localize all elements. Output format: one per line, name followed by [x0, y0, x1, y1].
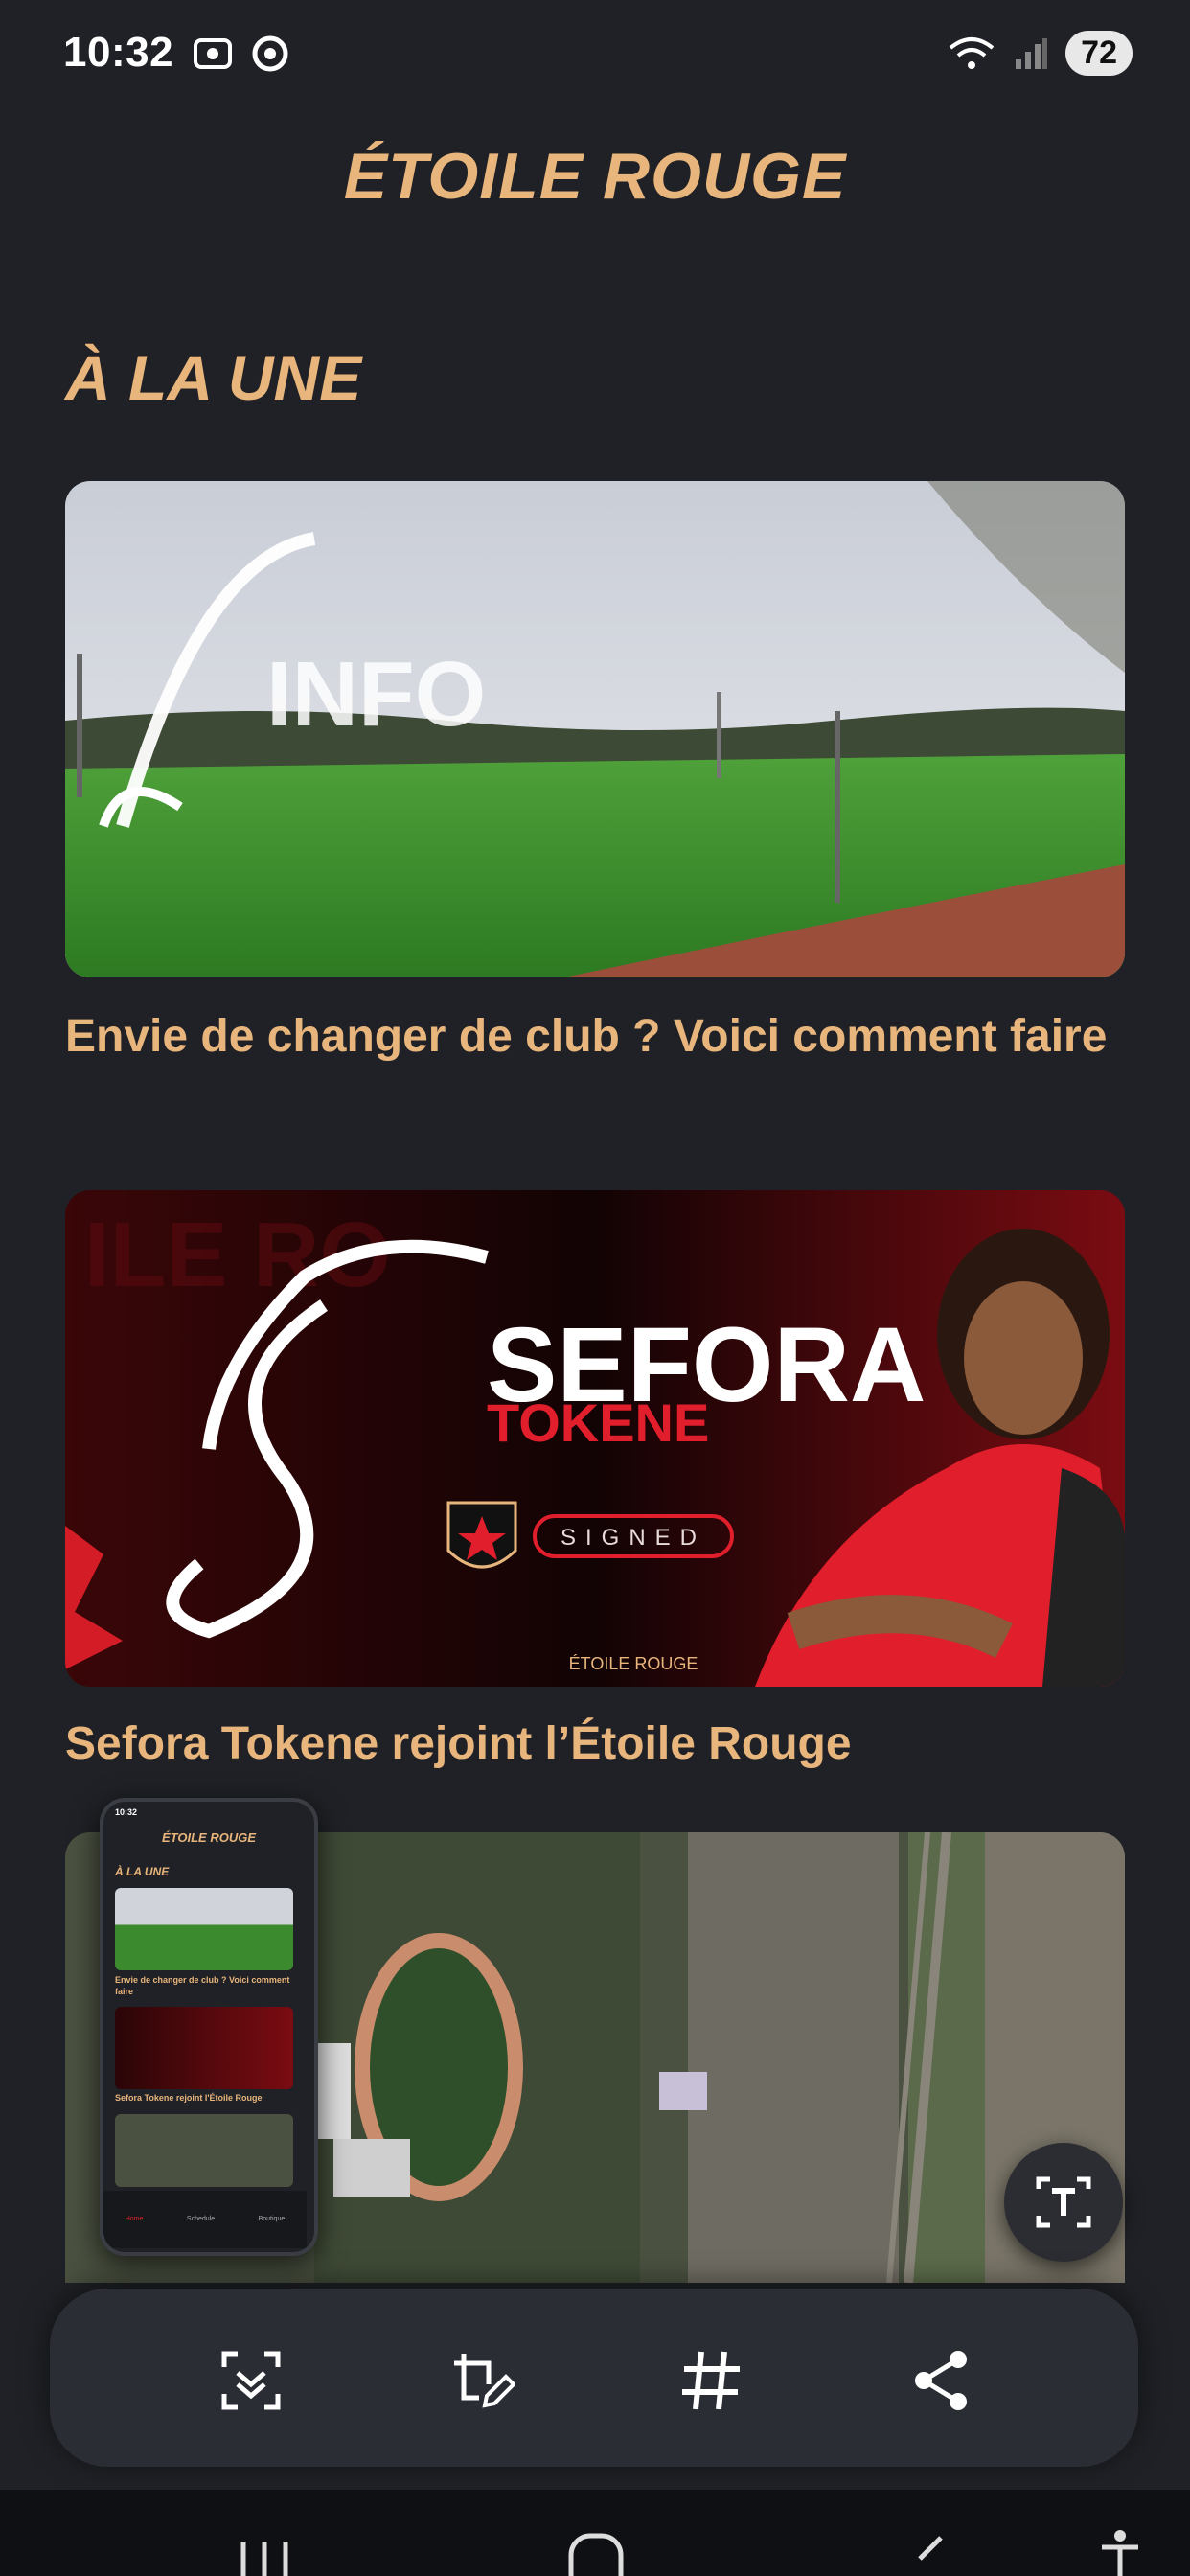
thumb-tab-boutique: Boutique	[258, 2216, 286, 2222]
image-info-text: INFO	[266, 643, 486, 746]
thumb-image-1	[115, 1888, 293, 1970]
screenshot-icon	[194, 38, 232, 69]
article-1-image[interactable]: INFO	[65, 481, 1125, 978]
thumb-article-2: Sefora Tokene rejoint l'Étoile Rouge	[115, 2093, 263, 2103]
thumb-article-1: Envie de changer de club ? Voici comment…	[115, 1975, 290, 1996]
article-2-title[interactable]: Sefora Tokene rejoint l’Étoile Rouge	[65, 1712, 1125, 1777]
thumb-app-title: ÉTOILE ROUGE	[162, 1830, 256, 1845]
crop-edit-icon[interactable]	[446, 2346, 515, 2415]
system-nav-bar	[0, 2490, 1190, 2576]
thumb-tab-home: Home	[125, 2216, 144, 2222]
signed-badge: SIGNED	[561, 1525, 706, 1551]
image-name-sub: TOKENE	[487, 1392, 709, 1453]
section-title: À LA UNE	[65, 342, 362, 413]
field-photo: INFO	[65, 481, 1125, 978]
screenshot-toolbar	[50, 2288, 1138, 2467]
status-left-icons	[192, 34, 289, 73]
back-icon[interactable]	[910, 2532, 949, 2576]
signing-photo: ILE RO SEFORA TOKENE SIGNED ÉTOILE ROUGE	[65, 1190, 1125, 1687]
status-right: 72	[947, 31, 1133, 76]
screenshot-thumbnail[interactable]: 10:32 ÉTOILE ROUGE À LA UNE Envie de cha…	[100, 1798, 318, 2256]
home-icon[interactable]	[567, 2532, 625, 2576]
app-title: ÉTOILE ROUGE	[343, 140, 847, 213]
image-club-name: ÉTOILE ROUGE	[569, 1654, 698, 1673]
battery-level: 72	[1065, 31, 1133, 76]
extract-text-button[interactable]	[1004, 2143, 1123, 2262]
thumb-tab-schedule: Schedule	[186, 2216, 216, 2222]
text-scan-icon	[1036, 2176, 1091, 2228]
accessibility-icon[interactable]	[1098, 2528, 1142, 2576]
thumb-time: 10:32	[115, 1807, 138, 1817]
scan-select-icon[interactable]	[217, 2346, 286, 2415]
thumb-tabbar: Home Schedule Boutique	[103, 2191, 307, 2248]
recent-apps-icon[interactable]	[236, 2524, 293, 2576]
article-2-image[interactable]: ILE RO SEFORA TOKENE SIGNED ÉTOILE ROUGE	[65, 1190, 1125, 1687]
status-time: 10:32	[63, 29, 174, 76]
chrome-icon	[252, 35, 288, 72]
hashtag-icon[interactable]	[676, 2346, 745, 2415]
wifi-icon	[949, 36, 995, 69]
signal-icon	[1016, 37, 1048, 69]
thumb-image-3	[115, 2114, 293, 2187]
thumb-section: À LA UNE	[115, 1865, 170, 1878]
article-1-title[interactable]: Envie de changer de club ? Voici comment…	[65, 1004, 1125, 1070]
thumb-image-2	[115, 2007, 293, 2089]
share-icon[interactable]	[906, 2346, 975, 2415]
